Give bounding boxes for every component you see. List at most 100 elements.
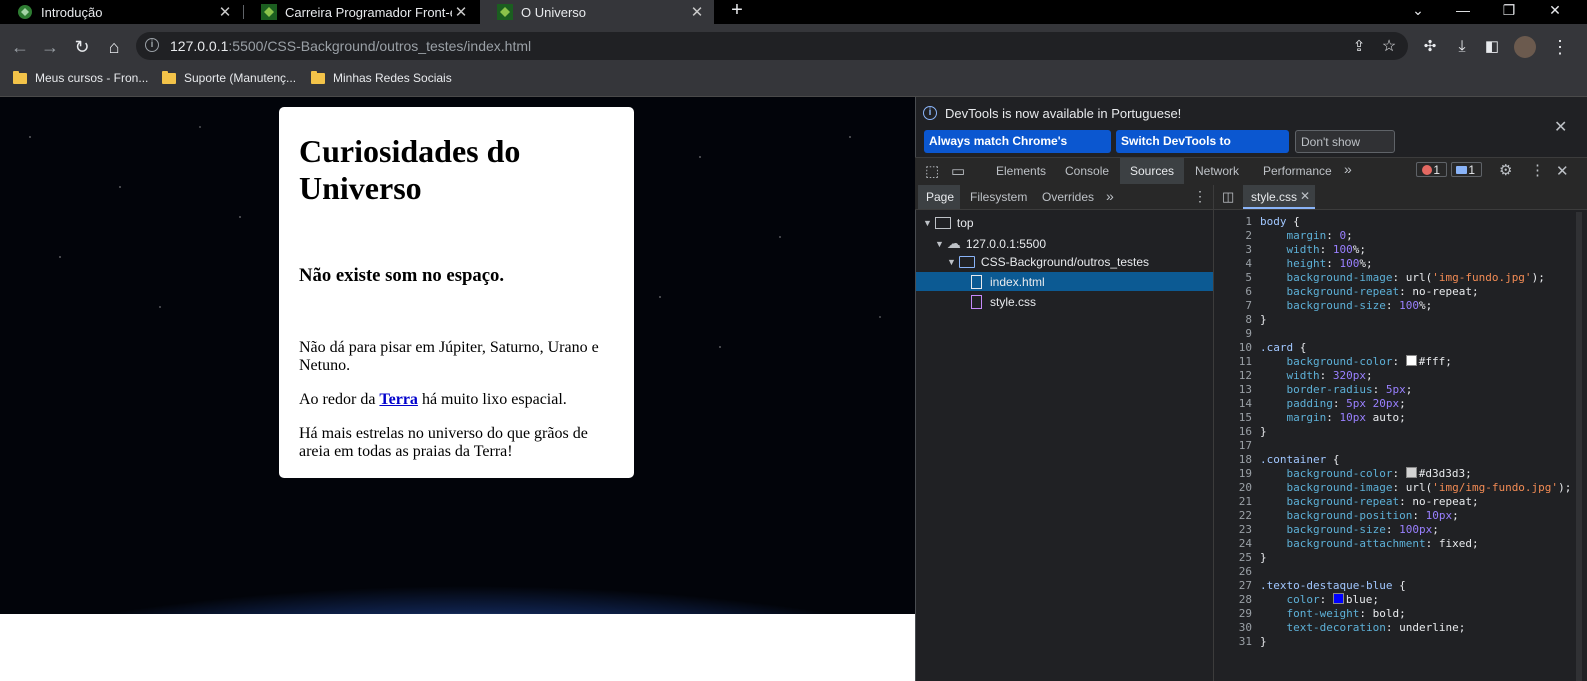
tab-title: Carreira Programador Front-end bbox=[285, 4, 452, 20]
tab-title: Introdução bbox=[41, 4, 103, 20]
tab-sources[interactable]: Sources bbox=[1130, 164, 1174, 178]
settings-gear-icon[interactable]: ⚙ bbox=[1499, 161, 1512, 179]
line-number: 10 bbox=[1238, 341, 1252, 354]
device-toolbar-icon[interactable]: ▭ bbox=[951, 162, 965, 180]
error-counter[interactable]: 1 bbox=[1416, 162, 1447, 177]
close-infobar-icon[interactable]: ✕ bbox=[1554, 117, 1567, 137]
tree-selection bbox=[916, 272, 1213, 291]
close-window-icon[interactable]: ✕ bbox=[1540, 0, 1570, 22]
tab-network[interactable]: Network bbox=[1195, 164, 1239, 178]
bookmark-redes-sociais[interactable]: Minhas Redes Sociais bbox=[311, 70, 452, 86]
code-line: } bbox=[1260, 635, 1267, 648]
tree-file-index[interactable]: index.html bbox=[971, 275, 1045, 289]
inspect-element-icon[interactable]: ⬚ bbox=[925, 162, 939, 180]
restore-icon[interactable]: ❐ bbox=[1494, 0, 1524, 22]
back-icon[interactable]: ← bbox=[8, 36, 32, 58]
site-info-icon[interactable]: i bbox=[145, 38, 159, 52]
code-line: font-weight: bold; bbox=[1286, 607, 1406, 620]
editor-scrollbar[interactable] bbox=[1576, 212, 1582, 681]
tab-page[interactable]: Page bbox=[926, 190, 954, 204]
expand-icon: ▼ bbox=[947, 257, 956, 267]
dont-show-again-button[interactable]: Don't show again bbox=[1295, 130, 1395, 172]
tree-file-style[interactable]: style.css bbox=[971, 295, 1036, 309]
page-viewport: Curiosidades do Universo Não existe som … bbox=[0, 97, 915, 681]
paragraph-3: Há mais estrelas no universo do que grão… bbox=[299, 425, 588, 460]
close-tab-icon[interactable]: ✕ bbox=[216, 3, 234, 21]
tab-search-icon[interactable]: ⌄ bbox=[1403, 0, 1433, 22]
code-line: background-attachment: fixed; bbox=[1286, 537, 1479, 550]
more-tabs-icon[interactable]: » bbox=[1344, 161, 1352, 177]
code-line: background-color: #fff; bbox=[1286, 355, 1452, 368]
line-number: 9 bbox=[1245, 327, 1252, 340]
home-icon[interactable]: ⌂ bbox=[102, 36, 126, 58]
minimize-icon[interactable]: — bbox=[1448, 0, 1478, 22]
tree-host[interactable]: ▼ ☁ 127.0.0.1:5500 bbox=[935, 235, 1046, 252]
tab-elements[interactable]: Elements bbox=[996, 164, 1046, 178]
favicon-icon bbox=[497, 4, 513, 20]
line-number: 1 bbox=[1245, 215, 1252, 228]
line-number: 6 bbox=[1245, 285, 1252, 298]
css-file-icon bbox=[971, 295, 982, 309]
line-number: 18 bbox=[1238, 453, 1252, 466]
line-number: 13 bbox=[1238, 383, 1252, 396]
code-line: text-decoration: underline; bbox=[1286, 621, 1466, 634]
tree-folder[interactable]: ▼ CSS-Background/outros_testes bbox=[947, 255, 1149, 269]
card: Curiosidades do Universo Não existe som … bbox=[279, 107, 634, 478]
tab-performance[interactable]: Performance bbox=[1263, 164, 1332, 178]
folder-icon bbox=[162, 70, 176, 84]
side-panel-icon[interactable]: ◧ bbox=[1480, 36, 1504, 58]
code-line: width: 100%; bbox=[1286, 243, 1367, 256]
folder-icon bbox=[311, 70, 325, 84]
more-panel-tabs-icon[interactable]: » bbox=[1106, 188, 1114, 204]
tree-top[interactable]: ▼ top bbox=[923, 216, 974, 230]
toggle-navigator-icon[interactable]: ◫ bbox=[1222, 189, 1234, 205]
navigator-menu-icon[interactable]: ⋮ bbox=[1193, 188, 1207, 205]
tab-overrides[interactable]: Overrides bbox=[1042, 190, 1094, 204]
download-icon[interactable]: ⤓ bbox=[1450, 36, 1474, 58]
line-number: 12 bbox=[1238, 369, 1252, 382]
close-tab-icon[interactable]: ✕ bbox=[688, 3, 706, 21]
bookmark-meus-cursos[interactable]: Meus cursos - Fron... bbox=[13, 70, 148, 86]
tab-filesystem[interactable]: Filesystem bbox=[970, 190, 1027, 204]
code-line: padding: 5px 20px; bbox=[1286, 397, 1406, 410]
code-line: background-size: 100%; bbox=[1286, 299, 1433, 312]
line-number: 14 bbox=[1238, 397, 1252, 410]
editor-tab-style-css[interactable]: style.css bbox=[1251, 190, 1297, 204]
tab-carreira[interactable]: Carreira Programador Front-end ✕ bbox=[244, 0, 478, 24]
code-line: .card { bbox=[1260, 341, 1307, 354]
code-line: background-size: 100px; bbox=[1286, 523, 1439, 536]
switch-to-portuguese-button[interactable]: Switch DevTools to Portuguese bbox=[1116, 130, 1289, 171]
bookmark-suporte[interactable]: Suporte (Manutenç... bbox=[162, 70, 296, 86]
code-line: color: blue; bbox=[1286, 593, 1379, 606]
bookmark-star-icon[interactable]: ☆ bbox=[1377, 36, 1401, 58]
tab-introducao[interactable]: Introdução ✕ bbox=[0, 0, 242, 24]
avatar[interactable] bbox=[1514, 36, 1536, 58]
share-icon[interactable]: ⇪ bbox=[1347, 36, 1371, 58]
message-counter[interactable]: 1 bbox=[1451, 162, 1482, 177]
always-match-language-button[interactable]: Always match Chrome's language bbox=[924, 130, 1111, 171]
customize-menu-icon[interactable]: ⋮ bbox=[1530, 161, 1545, 179]
new-tab-button[interactable]: + bbox=[722, 0, 752, 22]
close-tab-icon[interactable]: ✕ bbox=[452, 3, 470, 21]
tab-o-universo[interactable]: O Universo ✕ bbox=[480, 0, 714, 24]
line-number: 5 bbox=[1245, 271, 1252, 284]
line-number: 15 bbox=[1238, 411, 1252, 424]
terra-link[interactable]: Terra bbox=[379, 391, 418, 408]
extensions-icon[interactable]: ✣ bbox=[1418, 36, 1442, 58]
reload-icon[interactable]: ↻ bbox=[70, 36, 94, 58]
line-number: 30 bbox=[1238, 621, 1252, 634]
paragraph-1: Não dá para pisar em Júpiter, Saturno, U… bbox=[299, 339, 599, 374]
close-devtools-icon[interactable]: ✕ bbox=[1556, 162, 1569, 180]
code-line: } bbox=[1260, 551, 1267, 564]
close-editor-tab-icon[interactable]: ✕ bbox=[1300, 189, 1310, 203]
url-text[interactable]: 127.0.0.1:5500/CSS-Background/outros_tes… bbox=[170, 38, 531, 54]
forward-icon[interactable]: → bbox=[38, 36, 62, 58]
line-number: 29 bbox=[1238, 607, 1252, 620]
code-line: } bbox=[1260, 425, 1267, 438]
line-number: 8 bbox=[1245, 313, 1252, 326]
tab-console[interactable]: Console bbox=[1065, 164, 1109, 178]
code-line: .container { bbox=[1260, 453, 1340, 466]
menu-icon[interactable]: ⋮ bbox=[1548, 36, 1572, 58]
code-line: width: 320px; bbox=[1286, 369, 1373, 382]
paragraph-2: Ao redor da Terra há muito lixo espacial… bbox=[299, 391, 567, 408]
